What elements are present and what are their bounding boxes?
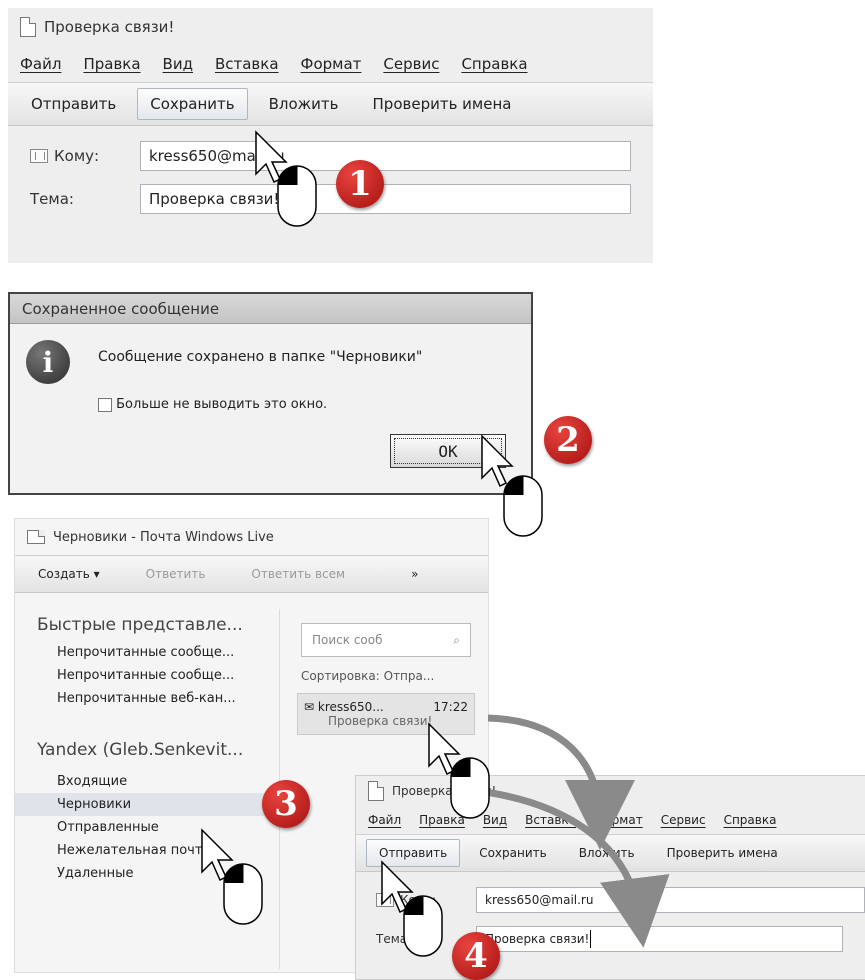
quick-view-item[interactable]: Непрочитанные сообще... (15, 641, 279, 664)
folder-inbox[interactable]: Входящие (15, 766, 279, 793)
to-label[interactable]: Кому: (30, 147, 140, 165)
new-button[interactable]: Создать ▾ (25, 560, 113, 588)
subject-label: Тема: (30, 190, 74, 208)
draft-subject-field[interactable]: Проверка связи! (476, 926, 843, 952)
info-icon: i (26, 340, 70, 384)
draft-to-field[interactable]: kress650@mail.ru (476, 887, 865, 913)
message-from: kress650... (317, 700, 384, 714)
to-row: Кому: kress650@mail.ru (8, 126, 653, 178)
draft-check-names-button[interactable]: Проверить имена (654, 839, 791, 867)
dialog-title: Сохраненное сообщение (22, 299, 220, 318)
mouse-cursor-1 (255, 130, 317, 227)
quick-views-heading[interactable]: Быстрые представле... (15, 609, 279, 641)
draft-text-caret (590, 930, 592, 948)
menu-tools[interactable]: Сервис (383, 55, 439, 73)
window-title: Проверка связи! (44, 18, 175, 36)
mouse-cursor-4 (201, 828, 263, 925)
send-button[interactable]: Отправить (18, 88, 129, 120)
search-icon[interactable]: ⌕ (453, 633, 460, 648)
mail-window-title: Черновики - Почта Windows Live (53, 529, 274, 545)
toolbar: Отправить Сохранить Вложить Проверить им… (8, 82, 653, 126)
search-box[interactable]: Поиск сооб ⌕ (301, 623, 471, 657)
menu-bar: Файл Правка Вид Вставка Формат Сервис Сп… (8, 46, 653, 82)
mouse-cursor-5 (381, 860, 443, 957)
checkbox-label: Больше не выводить это окно. (116, 397, 328, 412)
dont-show-checkbox[interactable]: Больше не выводить это окно. (98, 397, 327, 412)
reply-all-button[interactable]: Ответить всем (238, 560, 358, 588)
mail-toolbar: Создать ▾ Ответить Ответить всем » (15, 555, 488, 593)
mail-title-bar: Черновики - Почта Windows Live (15, 519, 488, 555)
sort-label[interactable]: Сортировка: Отпра... (291, 657, 481, 683)
to-field[interactable]: kress650@mail.ru (140, 141, 631, 171)
subject-field[interactable]: Проверка связи! (140, 184, 631, 214)
search-placeholder: Поиск сооб (312, 633, 383, 647)
menu-edit[interactable]: Правка (83, 55, 140, 73)
title-bar: Проверка связи! (8, 8, 653, 46)
account-heading[interactable]: Yandex (Gleb.Senkevit... (15, 734, 279, 766)
quick-view-item[interactable]: Непрочитанные сообще... (15, 664, 279, 687)
save-button[interactable]: Сохранить (137, 88, 248, 120)
step-badge-1: 1 (336, 160, 384, 208)
draft-menu-insert[interactable]: Вставка (525, 813, 576, 827)
step-badge-4: 4 (452, 932, 500, 980)
more-button[interactable]: » (398, 560, 431, 588)
draft-menu-file[interactable]: Файл (368, 813, 401, 827)
dialog-title-bar: Сохраненное сообщение (10, 294, 531, 324)
menu-help[interactable]: Справка (461, 55, 527, 73)
draft-menu-format[interactable]: Формат (594, 813, 643, 827)
dialog-message: Сообщение сохранено в папке "Черновики" (98, 349, 423, 365)
address-book-icon (30, 149, 48, 163)
checkbox-box[interactable] (98, 397, 112, 412)
check-names-button[interactable]: Проверить имена (360, 88, 525, 120)
step-badge-3: 3 (262, 780, 310, 828)
saved-message-dialog: Сохраненное сообщение i Сообщение сохран… (8, 292, 533, 495)
menu-view[interactable]: Вид (163, 55, 193, 73)
menu-format[interactable]: Формат (301, 55, 362, 73)
reply-button[interactable]: Ответить (133, 560, 219, 588)
message-time: 17:22 (433, 700, 468, 714)
draft-save-button[interactable]: Сохранить (466, 839, 560, 867)
draft-document-icon (368, 781, 384, 801)
document-icon (20, 17, 36, 37)
subject-row: Тема: Проверка связи! (8, 178, 653, 220)
mouse-cursor-2 (481, 434, 543, 537)
draft-menu-tools[interactable]: Сервис (661, 813, 706, 827)
step-badge-2: 2 (544, 416, 592, 464)
attach-button[interactable]: Вложить (256, 88, 352, 120)
folder-drafts[interactable]: Черновики (15, 793, 279, 816)
mouse-cursor-3 (428, 722, 490, 819)
quick-view-item[interactable]: Непрочитанные веб-кан... (15, 687, 279, 710)
mail-app-icon (27, 530, 45, 544)
menu-file[interactable]: Файл (20, 55, 61, 73)
draft-attach-button[interactable]: Вложить (566, 839, 648, 867)
envelope-icon: ✉ (304, 700, 315, 714)
compose-window: Проверка связи! Файл Правка Вид Вставка … (8, 8, 653, 263)
draft-menu-help[interactable]: Справка (724, 813, 777, 827)
menu-insert[interactable]: Вставка (215, 55, 279, 73)
